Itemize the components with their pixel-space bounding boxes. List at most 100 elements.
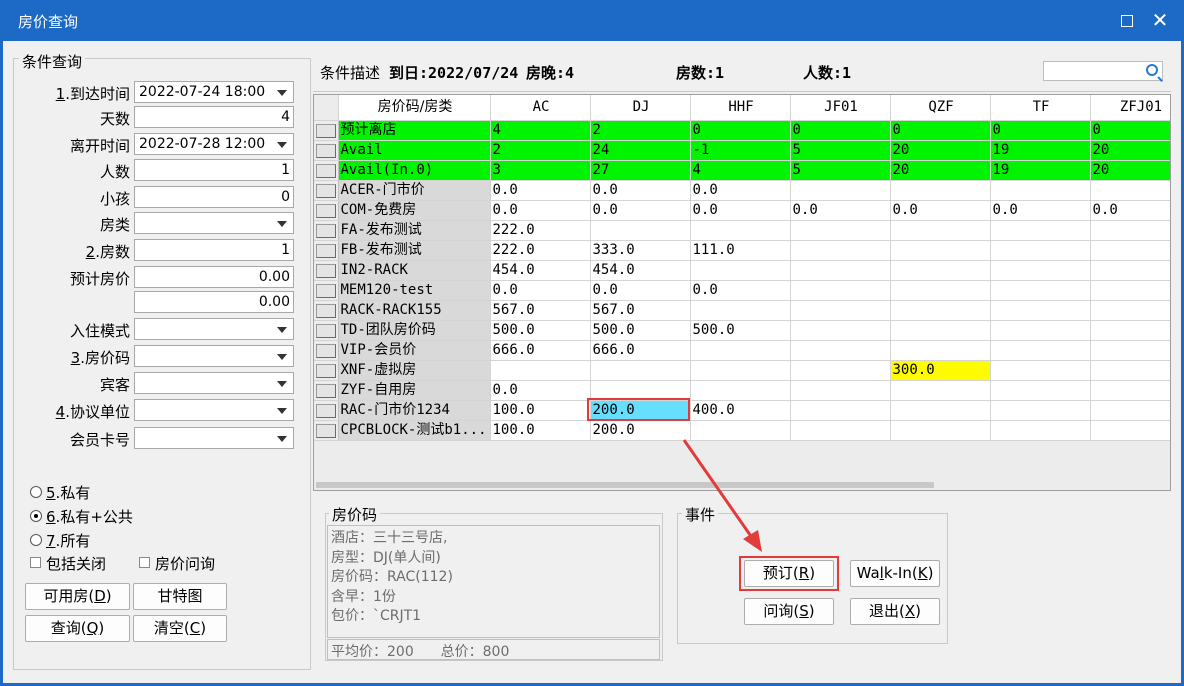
row-selector[interactable] (314, 280, 339, 301)
row-label[interactable]: RAC-门市价1234 (338, 400, 491, 421)
rate-cell[interactable]: 5 (790, 160, 891, 181)
rate-cell[interactable] (990, 420, 1091, 441)
rate-cell[interactable]: 0.0 (490, 380, 591, 401)
agreement-unit-field[interactable] (134, 399, 294, 421)
rate-cell[interactable] (990, 340, 1091, 361)
rate-cell[interactable] (690, 420, 791, 441)
rate-cell[interactable]: 300.0 (890, 360, 991, 381)
row-label[interactable]: IN2-RACK (338, 260, 491, 281)
rate-cell[interactable]: 567.0 (490, 300, 591, 321)
rate-cell[interactable] (1090, 320, 1170, 341)
rate-cell[interactable] (990, 320, 1091, 341)
rate-cell[interactable]: 0.0 (690, 280, 791, 301)
room-type-column-header[interactable]: DJ (590, 95, 691, 121)
row-selector[interactable] (314, 180, 339, 201)
rate-cell[interactable] (890, 280, 991, 301)
rate-cell[interactable]: 20 (890, 160, 991, 181)
table-row[interactable]: MEM120-test 0.0 0.0 0.0 (314, 280, 1170, 301)
rate-cell[interactable]: 200.0 (590, 420, 691, 441)
rate-cell[interactable] (790, 320, 891, 341)
table-row[interactable]: FB-发布测试 222.0 333.0 111.0 (314, 240, 1170, 261)
rate-cell[interactable]: 0.0 (490, 200, 591, 221)
rate-cell[interactable]: 24 (590, 140, 691, 161)
scope-radio[interactable] (30, 486, 42, 498)
rate-cell[interactable]: 2 (590, 120, 691, 141)
rate-code-field[interactable] (134, 345, 294, 367)
chevron-down-icon[interactable] (277, 436, 287, 442)
chevron-down-icon[interactable] (277, 408, 287, 414)
table-row[interactable]: FA-发布测试 222.0 (314, 220, 1170, 241)
rate-cell[interactable]: 0.0 (490, 180, 591, 201)
rate-cell[interactable] (990, 400, 1091, 421)
days-field[interactable]: 4 (134, 106, 294, 128)
row-label[interactable]: CPCBLOCK-测试b1... (338, 420, 491, 441)
rate-cell[interactable]: 3 (490, 160, 591, 181)
rate-cell[interactable]: 20 (1090, 160, 1170, 181)
rate-cell[interactable] (690, 220, 791, 241)
query-button[interactable]: 查询(Q) (25, 615, 130, 642)
rate-code-column-header[interactable]: 房价码/房类 (338, 95, 491, 121)
rate-cell[interactable]: 0.0 (590, 200, 691, 221)
room-type-column-header[interactable]: ZFJ01 (1090, 95, 1170, 121)
rate-cell[interactable]: 500.0 (490, 320, 591, 341)
table-row[interactable]: TD-团队房价码 500.0 500.0 500.0 (314, 320, 1170, 341)
rate-cell[interactable]: 454.0 (590, 260, 691, 281)
row-selector[interactable] (314, 120, 339, 141)
maximize-icon[interactable] (1112, 6, 1142, 36)
table-row[interactable]: RAC-门市价1234 100.0 200.0 400.0 (314, 400, 1170, 421)
rate-cell[interactable] (890, 400, 991, 421)
rate-cell[interactable]: 19 (990, 160, 1091, 181)
scope-radio-label[interactable]: 5.私有 (46, 482, 90, 503)
rate-cell[interactable]: 5 (790, 140, 891, 161)
rate-cell[interactable] (890, 240, 991, 261)
room-type-column-header[interactable]: TF (990, 95, 1091, 121)
rate-cell[interactable]: 111.0 (690, 240, 791, 261)
rate-cell[interactable]: 0.0 (1090, 200, 1170, 221)
row-label[interactable]: ZYF-自用房 (338, 380, 491, 401)
rate-cell[interactable] (790, 420, 891, 441)
rate-cell[interactable]: 0.0 (690, 200, 791, 221)
table-row[interactable]: ACER-门市价 0.0 0.0 0.0 (314, 180, 1170, 201)
row-label[interactable]: TD-团队房价码 (338, 320, 491, 341)
expected-price-max-field[interactable]: 0.00 (134, 291, 294, 313)
rate-cell[interactable] (790, 300, 891, 321)
rate-cell[interactable]: 20 (1090, 140, 1170, 161)
room-type-column-header[interactable]: JF01 (790, 95, 891, 121)
rate-cell[interactable]: 454.0 (490, 260, 591, 281)
table-row[interactable]: COM-免费房 0.0 0.0 0.0 0.0 0.0 0.0 0.0 (314, 200, 1170, 221)
rate-cell[interactable] (1090, 420, 1170, 441)
grid-search-input[interactable] (1043, 61, 1163, 81)
rate-cell[interactable] (790, 240, 891, 261)
rate-cell[interactable]: 0.0 (690, 180, 791, 201)
rate-inquiry-label[interactable]: 房价问询 (155, 553, 215, 574)
rate-cell[interactable] (1090, 360, 1170, 381)
rate-cell[interactable] (990, 240, 1091, 261)
row-label[interactable]: FA-发布测试 (338, 220, 491, 241)
rate-cell[interactable] (690, 340, 791, 361)
row-selector[interactable] (314, 400, 339, 421)
row-label[interactable]: RACK-RACK155 (338, 300, 491, 321)
rate-cell[interactable] (590, 360, 691, 381)
checkin-mode-field[interactable] (134, 318, 294, 340)
rate-cell[interactable] (890, 340, 991, 361)
row-selector[interactable] (314, 420, 339, 441)
rate-cell[interactable] (690, 380, 791, 401)
rate-cell[interactable]: 100.0 (490, 420, 591, 441)
row-label[interactable]: FB-发布测试 (338, 240, 491, 261)
available-rooms-button[interactable]: 可用房(D) (25, 583, 130, 610)
rate-cell[interactable] (1090, 340, 1170, 361)
rate-cell[interactable] (790, 340, 891, 361)
row-label[interactable]: COM-免费房 (338, 200, 491, 221)
rate-cell[interactable]: 567.0 (590, 300, 691, 321)
rate-cell[interactable] (1090, 220, 1170, 241)
rate-cell[interactable] (990, 380, 1091, 401)
row-selector[interactable] (314, 320, 339, 341)
walk-in-button[interactable]: Walk-In(K) (850, 560, 940, 587)
departure-time-field[interactable]: 2022-07-28 12:00 (134, 133, 294, 155)
rate-cell[interactable] (690, 360, 791, 381)
row-label[interactable]: Avail (338, 140, 491, 161)
rate-cell[interactable] (790, 280, 891, 301)
rate-cell[interactable]: 0.0 (590, 180, 691, 201)
chevron-down-icon[interactable] (277, 90, 287, 96)
row-label[interactable]: VIP-会员价 (338, 340, 491, 361)
